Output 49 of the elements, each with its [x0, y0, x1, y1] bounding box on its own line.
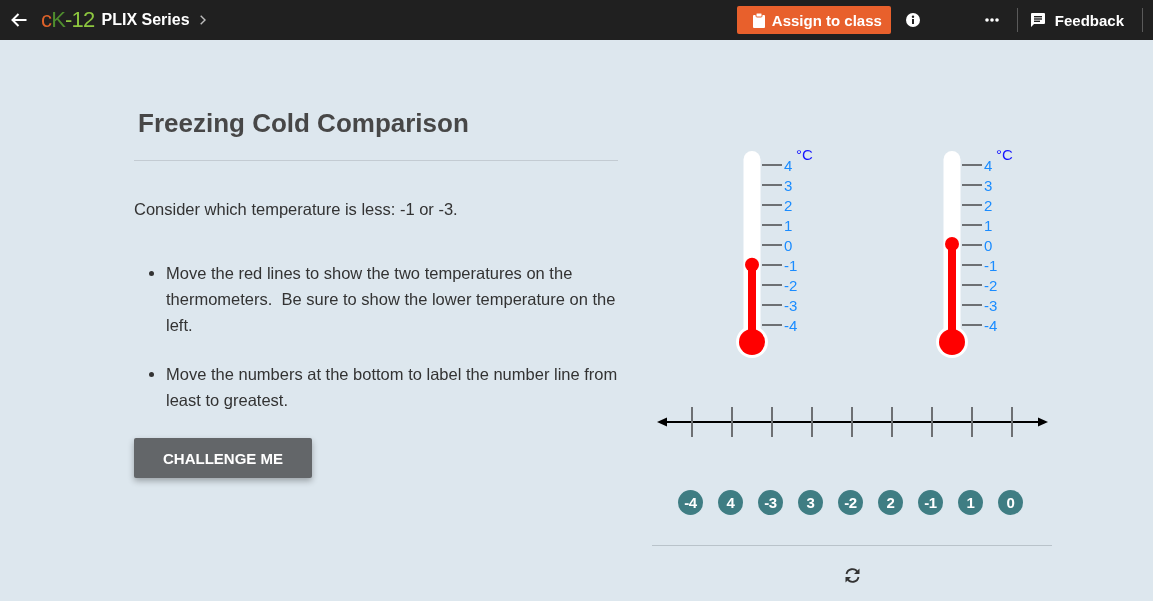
tick-label: -4: [784, 316, 798, 334]
tick-label: -2: [784, 276, 798, 294]
bullet-icon: [149, 271, 154, 276]
chevron-icon: [199, 15, 206, 25]
tick-label: 2: [784, 196, 793, 214]
assign-button[interactable]: Assign to class: [736, 6, 891, 34]
tick-label: 1: [984, 216, 993, 234]
logo[interactable]: cK-12: [41, 7, 95, 33]
tick-label: 3: [784, 176, 793, 194]
feedback-button[interactable]: Feedback: [1030, 11, 1124, 29]
clipboard-icon: [752, 12, 765, 28]
unit-label: °C: [996, 146, 1013, 163]
prompt-text: Consider which temperature is less: -1 or -3.: [134, 199, 458, 220]
info-icon[interactable]: [905, 13, 920, 27]
thermometer-fill[interactable]: [739, 257, 765, 355]
bullet-icon: [149, 372, 154, 377]
thermometer-fill[interactable]: [939, 237, 965, 355]
number-chip[interactable]: 2: [878, 490, 903, 515]
tick-label: -1: [984, 256, 998, 274]
number-chip[interactable]: -3: [758, 490, 783, 515]
instruction-text: Move the numbers at the bottom to label the number line from least to greatest.: [166, 364, 618, 411]
number-chip[interactable]: 4: [718, 490, 743, 515]
breadcrumb-link[interactable]: PLIX Series: [101, 11, 190, 29]
tick-label: -2: [984, 276, 998, 294]
tick-label: 2: [984, 196, 993, 214]
instruction-text: Move the red lines to show the two temperatures on the thermometers. Be sure to show the lower temperature on the left.: [166, 263, 617, 336]
number-chip[interactable]: 0: [998, 490, 1023, 515]
number-chip[interactable]: -1: [918, 490, 943, 515]
tick-label: 4: [984, 156, 993, 174]
tick-label: -1: [784, 256, 798, 274]
tick-label: -4: [984, 316, 998, 334]
tick-label: 0: [984, 236, 993, 254]
tick-label: 1: [784, 216, 793, 234]
tick-label: 4: [784, 156, 793, 174]
tick-label: 0: [784, 236, 793, 254]
message-icon: [1030, 13, 1045, 27]
unit-label: °C: [796, 146, 813, 163]
tick-label: 3: [984, 176, 993, 194]
lesson-title: Freezing Cold Comparison: [138, 107, 469, 139]
number-chip[interactable]: 3: [798, 490, 823, 515]
number-chip[interactable]: 1: [958, 490, 983, 515]
more-icon[interactable]: [984, 18, 999, 22]
refresh-icon[interactable]: [843, 567, 861, 584]
challenge-button[interactable]: CHALLENGE ME: [134, 438, 312, 478]
tick-label: -3: [984, 296, 998, 314]
number-chip[interactable]: -4: [678, 490, 703, 515]
tick-label: -3: [784, 296, 798, 314]
number-chip[interactable]: -2: [838, 490, 863, 515]
back-arrow-icon[interactable]: [11, 13, 27, 27]
